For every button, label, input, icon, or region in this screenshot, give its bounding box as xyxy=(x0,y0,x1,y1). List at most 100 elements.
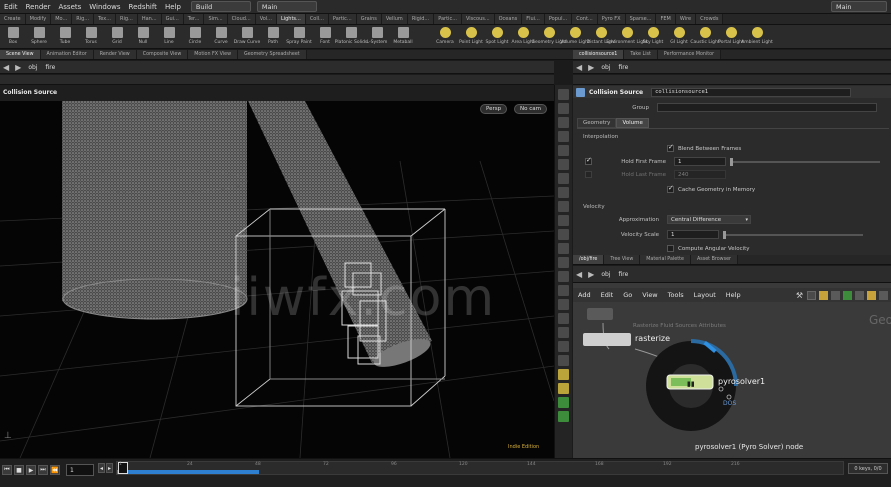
shelf-tab[interactable]: Create xyxy=(0,14,26,24)
shelf-tool-button[interactable]: Draw Curve xyxy=(234,25,260,48)
shelf-tool-button[interactable]: Line xyxy=(156,25,182,48)
shelf-tool-button[interactable]: Torus xyxy=(78,25,104,48)
play-icon[interactable]: ▶ xyxy=(26,465,36,475)
pyrosolver-node-label[interactable]: pyrosolver1 xyxy=(718,377,765,386)
viewport-tool-icon[interactable] xyxy=(558,299,569,310)
current-frame-field[interactable]: 1 xyxy=(66,464,94,476)
viewport-tool-icon[interactable] xyxy=(558,159,569,170)
group-field[interactable] xyxy=(657,103,877,112)
viewport-tool-icon[interactable] xyxy=(558,229,569,240)
pane-tab[interactable]: Scene View xyxy=(0,50,41,59)
shelf-tab[interactable]: Sim... xyxy=(204,14,228,24)
net-path-fire[interactable]: fire xyxy=(614,271,632,278)
net-menu-tools[interactable]: Tools xyxy=(663,291,689,299)
shelf-tab[interactable]: Modify xyxy=(25,14,52,24)
shelf-tab[interactable]: Partic... xyxy=(328,14,357,24)
net-path-obj[interactable]: obj xyxy=(597,271,614,278)
node-name-field[interactable]: collisionsource1 xyxy=(651,87,852,97)
shelf-tab[interactable]: Oceans xyxy=(494,14,523,24)
velocity-scale-slider[interactable] xyxy=(723,230,863,239)
net-menu-help[interactable]: Help xyxy=(721,291,746,299)
shelf-tab[interactable]: Rigid... xyxy=(407,14,435,24)
net-forward-arrow-icon[interactable]: ▶ xyxy=(585,270,597,279)
shelf-tool-button[interactable]: Spot Light xyxy=(484,25,510,48)
jump-end-icon[interactable]: ⏭ xyxy=(38,465,48,475)
menu-assets[interactable]: Assets xyxy=(54,3,85,11)
next-key-icon[interactable]: ▸ xyxy=(106,463,113,473)
pane-tab[interactable]: collisionsource1 xyxy=(573,50,625,59)
shelf-tool-button[interactable]: Spray Paint xyxy=(286,25,312,48)
viewport-tool-icon[interactable] xyxy=(558,215,569,226)
shelf-tool-button[interactable]: Sphere xyxy=(26,25,52,48)
compute-angular-checkbox[interactable] xyxy=(667,245,674,252)
shelf-tab[interactable]: Sparse... xyxy=(625,14,657,24)
menu-render[interactable]: Render xyxy=(22,3,55,11)
menu-windows[interactable]: Windows xyxy=(85,3,124,11)
net-grid-icon[interactable] xyxy=(807,290,816,300)
jump-start-icon[interactable]: ⏮ xyxy=(2,465,12,475)
viewport-tool-icon[interactable] xyxy=(558,355,569,366)
shelf-tool-button[interactable]: Metaball xyxy=(390,25,416,48)
viewport-tool-icon[interactable] xyxy=(558,117,569,128)
viewport-tool-icon[interactable] xyxy=(558,89,569,100)
viewport-tool-icon[interactable] xyxy=(558,173,569,184)
wrench-icon[interactable]: ⚒ xyxy=(796,291,803,300)
shelf-tool-button[interactable]: Tube xyxy=(52,25,78,48)
viewport-tool-icon[interactable] xyxy=(558,271,569,282)
back-arrow-icon[interactable]: ◀ xyxy=(0,63,12,72)
shelf-tab[interactable]: Rig... xyxy=(116,14,138,24)
net-back-arrow-icon[interactable]: ◀ xyxy=(573,270,585,279)
shelf-tab[interactable]: Grains xyxy=(356,14,382,24)
shelf-tool-button[interactable]: Grid xyxy=(104,25,130,48)
stop-icon[interactable]: ■ xyxy=(14,465,24,475)
pane-tab[interactable]: /obj/fire xyxy=(573,255,605,264)
shelf-tab[interactable]: Crowds xyxy=(696,14,724,24)
shelf-tool-button[interactable]: Volume Light xyxy=(560,25,590,48)
timeline-track[interactable]: 1 24 48 72 96 120 144 168 192 216 xyxy=(116,461,844,475)
velocity-scale-field[interactable]: 1 xyxy=(667,230,719,239)
shelf-tool-button[interactable]: Curve xyxy=(208,25,234,48)
shelf-tab[interactable]: Tex... xyxy=(94,14,116,24)
network-editor[interactable]: ▮▮ Geo Rasterize Fluid Sources Attribute… xyxy=(573,283,891,458)
pane-tab[interactable]: Asset Browser xyxy=(690,255,739,264)
shelf-tab[interactable]: Gui... xyxy=(161,14,184,24)
persp-menu-button[interactable]: Persp xyxy=(480,104,508,114)
camera-menu-button[interactable]: No cam xyxy=(514,104,547,114)
net-menu-go[interactable]: Go xyxy=(618,291,637,299)
shelf-tool-button[interactable]: Circle xyxy=(182,25,208,48)
shelf-tab[interactable]: Flui... xyxy=(522,14,545,24)
viewport-tool-icon[interactable] xyxy=(558,369,569,380)
param-back-arrow-icon[interactable]: ◀ xyxy=(573,63,585,72)
shelf-tab[interactable]: Han... xyxy=(137,14,162,24)
shelf-tool-button[interactable]: Platonic Solids xyxy=(335,25,367,48)
viewport-tool-icon[interactable] xyxy=(558,327,569,338)
keys-status[interactable]: 0 keys, 0/0 xyxy=(848,463,888,474)
param-path-obj[interactable]: obj xyxy=(597,64,614,71)
shelf-tool-button[interactable]: Geometry Light xyxy=(531,25,567,48)
pane-tab[interactable]: Take List xyxy=(624,50,658,59)
viewport-tool-icon[interactable] xyxy=(558,411,569,422)
shelf-tab[interactable]: Cloud... xyxy=(227,14,256,24)
shelf-tab[interactable]: Lights... xyxy=(276,14,306,24)
subtab-geometry[interactable]: Geometry xyxy=(577,117,617,128)
shelf-tool-button[interactable]: Camera xyxy=(432,25,458,48)
viewport-tool-icon[interactable] xyxy=(558,257,569,268)
viewport-tool-icon[interactable] xyxy=(558,397,569,408)
menu-redshift[interactable]: Redshift xyxy=(125,3,161,11)
pane-tab[interactable]: Geometry Spreadsheet xyxy=(238,50,307,59)
net-snap-icon[interactable] xyxy=(843,290,852,300)
shelf-tab[interactable]: Mo... xyxy=(51,14,73,24)
shelf-tool-button[interactable]: Environment Light xyxy=(606,25,648,48)
shelf-tab[interactable]: Partic... xyxy=(434,14,462,24)
shelf-tab[interactable]: FEM xyxy=(656,14,676,24)
step-back-icon[interactable]: ⏪ xyxy=(50,465,60,475)
viewport-tool-icon[interactable] xyxy=(558,131,569,142)
shelf-tool-button[interactable]: Ambient Light xyxy=(741,25,773,48)
hold-first-slider[interactable] xyxy=(730,157,880,166)
pane-tab[interactable]: Material Palette xyxy=(640,255,691,264)
net-image-icon[interactable] xyxy=(819,290,828,300)
net-menu-view[interactable]: View xyxy=(637,291,662,299)
hold-first-checkbox[interactable] xyxy=(585,156,592,165)
hold-last-checkbox[interactable] xyxy=(585,171,592,178)
shelf-tab[interactable]: Coll... xyxy=(305,14,329,24)
